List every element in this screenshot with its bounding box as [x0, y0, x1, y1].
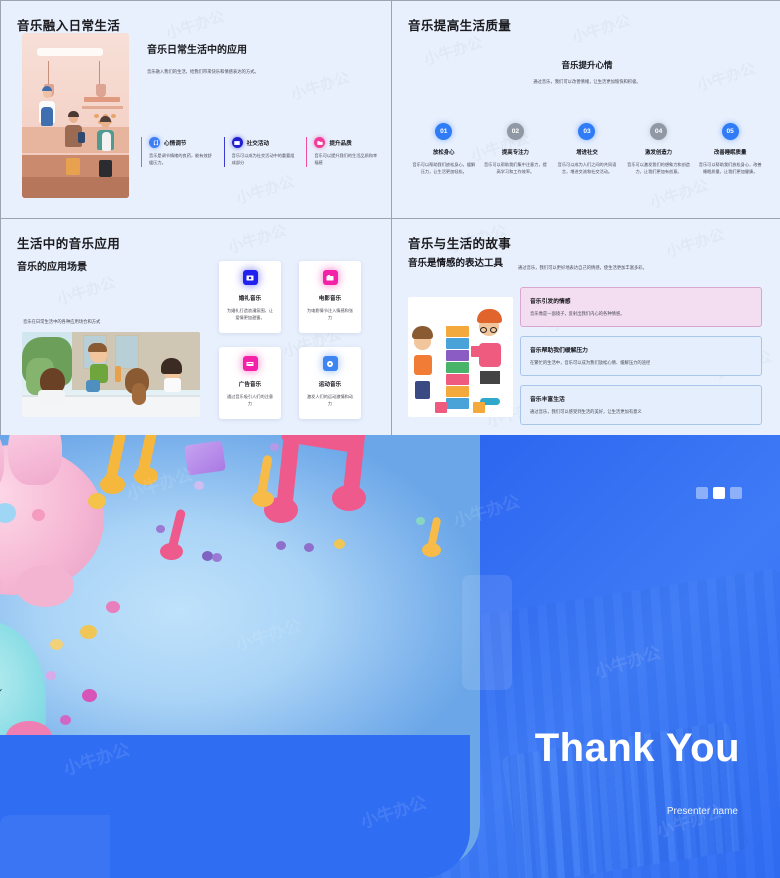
step-title: 提高专注力 [501, 150, 529, 156]
slide-description: 通过音乐，我们可以更好地表达自己的情感，使生活更加丰富多彩。 [518, 265, 647, 270]
speaker-icon [242, 356, 258, 371]
feature-title: 心情调节 [164, 140, 187, 147]
slide-thumbnail-4[interactable]: 小牛办公 小牛办公 小牛办公 小牛办公 小牛办公 音乐与生活的故事 音乐是情感的… [392, 219, 780, 437]
slide-heading: 音乐日常生活中的应用 [147, 45, 247, 56]
step-item[interactable]: 05 改善睡眠质量 音乐可以帮助我们放松身心，改善睡眠质量，让我们更加健康。 [694, 123, 766, 175]
watermark-text: 小牛办公 [648, 177, 711, 213]
children-illustration [22, 332, 200, 417]
step-desc: 音乐可以帮助我们放松身心，缓解压力，让生活更加轻松。 [412, 162, 476, 175]
step-desc: 音乐可以帮助我们放松身心，改善睡眠质量，让我们更加健康。 [698, 162, 762, 175]
step-list: 01 放松身心 音乐可以帮助我们放松身心，缓解压力，让生活更加轻松。 02 提高… [408, 123, 766, 175]
slide-center-block: 音乐提升心情 通过音乐，我们可以改善情绪，让生活更加愉快和积极。 [392, 59, 780, 85]
scenario-card[interactable]: 运动音乐 激发人们的运动激情和动力 [299, 347, 361, 419]
story-item[interactable]: 音乐丰富生活 通过音乐，我们可以感受到生活的美好，让生活更加有意义 [520, 384, 762, 425]
scenario-card-grid: 婚礼音乐 为婚礼打造浪漫氛围，让爱情更加甜蜜。 电影音乐 为电影情节注入情感和张… [219, 261, 361, 419]
music-note-icon [149, 137, 160, 148]
slide-description: 通过音乐，我们可以改善情绪，让生活更加愉快和积极。 [533, 79, 641, 84]
scenario-desc: 为电影情节注入情感和张力 [306, 308, 354, 321]
presenter-name: Presenter name [666, 806, 738, 817]
accent-rect [462, 575, 512, 690]
bakery-illustration [22, 33, 129, 198]
step-item[interactable]: 01 放松身心 音乐可以帮助我们放松身心，缓解压力，让生活更加轻松。 [408, 123, 480, 175]
step-number: 03 [578, 123, 596, 140]
slide-thumbnail-3[interactable]: 小牛办公 小牛办公 小牛办公 小牛办公 生活中的音乐应用 音乐的应用场景 音乐在… [1, 219, 391, 437]
slide-thumbnail-grid: 小牛办公 小牛办公 小牛办公 小牛办公 音乐融入日常生活 [0, 0, 780, 437]
scenario-title: 广告音乐 [238, 382, 262, 388]
kids-blocks-illustration [408, 297, 513, 417]
film-icon [322, 270, 338, 285]
step-desc: 音乐可以激发我们的想象力和创造力，让我们更加有创意。 [627, 162, 690, 175]
watermark-text: 小牛办公 [234, 173, 297, 208]
slide-title: 音乐融入日常生活 [17, 19, 121, 33]
slide-thumbnail-2[interactable]: 小牛办公 小牛办公 小牛办公 小牛办公 小牛办公 音乐提高生活质量 音乐提升心情… [392, 1, 780, 218]
step-title: 改善睡眠质量 [713, 150, 747, 156]
step-number: 01 [435, 123, 453, 140]
step-desc: 音乐可以成为人们之间的共同语言，增进交流和社交活动。 [557, 162, 617, 175]
step-number: 04 [650, 123, 668, 140]
step-title: 增进社交 [576, 150, 598, 156]
scenario-desc: 激发人们的运动激情和动力 [306, 394, 354, 407]
story-list: 音乐引发的情感 音乐像是一面镜子，反射出我们内心的各种情感。 音乐帮助我们缓解压… [520, 287, 762, 425]
slide-title: 生活中的音乐应用 [17, 237, 121, 251]
story-desc: 音乐像是一面镜子，反射出我们内心的各种情感。 [530, 311, 625, 316]
indicator-dot[interactable] [730, 487, 742, 499]
story-title: 音乐引发的情感 [530, 299, 571, 305]
feature-item[interactable]: 心情调节 音乐是调节情绪的良药，能有效舒缓压力。 [141, 137, 216, 167]
envelope-icon [231, 137, 243, 148]
story-desc: 在繁忙的生活中，音乐可以成为我们放松心情、缓解压力的途径 [530, 359, 651, 365]
step-title: 激发创造力 [645, 150, 673, 156]
step-desc: 音乐可以帮助我们集中注意力，提高学习和工作效率。 [483, 162, 547, 175]
feature-desc: 音乐可以成为社交活动中的重要组成部分 [231, 153, 295, 165]
disc-icon [322, 356, 338, 371]
scenario-card[interactable]: 婚礼音乐 为婚礼打造浪漫氛围，让爱情更加甜蜜。 [219, 261, 281, 333]
feature-title: 提升品质 [329, 140, 352, 147]
slide-indicator-dots[interactable] [696, 487, 742, 499]
scenario-title: 运动音乐 [318, 382, 342, 388]
slide-description: 音乐融入我们的生活，给我们带来快乐和情感表达的方式。 [147, 69, 259, 74]
slide-title: 音乐与生活的故事 [408, 237, 512, 251]
block-tower [445, 325, 469, 410]
thank-you-title: Thank You [534, 726, 740, 770]
story-title: 音乐丰富生活 [530, 396, 565, 403]
thank-you-slide[interactable]: 小牛办公 小牛办公 小牛办公 小牛办公 小牛办公 小牛办公 小牛办公 Thank… [0, 435, 780, 878]
indicator-dot[interactable] [696, 487, 708, 499]
story-desc: 通过音乐，我们可以感受到生活的美好，让生活更加有意义 [530, 408, 642, 414]
scenario-title: 婚礼音乐 [238, 296, 262, 302]
feature-desc: 音乐可以提升我们的生活品质和幸福感 [314, 153, 378, 165]
feature-list: 心情调节 音乐是调节情绪的良药，能有效舒缓压力。 社交活动 音乐可以成为社交活动… [141, 137, 381, 167]
feature-title: 社交活动 [246, 140, 270, 147]
scenario-desc: 为婚礼打造浪漫氛围，让爱情更加甜蜜。 [226, 308, 274, 321]
feature-desc: 音乐是调节情绪的良药，能有效舒缓压力。 [149, 153, 212, 165]
feature-item[interactable]: 提升品质 音乐可以提升我们的生活品质和幸福感 [306, 137, 381, 167]
step-number: 05 [721, 123, 739, 140]
step-title: 放松身心 [433, 150, 455, 156]
slide-title: 音乐提高生活质量 [408, 19, 512, 33]
hero-lower-left-accent [0, 815, 110, 878]
slide-description: 音乐在日常生活中的各种应用场合和方式 [23, 319, 101, 324]
slide-heading: 音乐是情感的表达工具 [408, 258, 504, 269]
step-item[interactable]: 04 激发创造力 音乐可以激发我们的想象力和创造力，让我们更加有创意。 [623, 123, 695, 175]
scenario-desc: 通过音乐吸引人们的注意力 [226, 394, 274, 407]
indicator-dot-active[interactable] [713, 487, 725, 499]
scenario-title: 电影音乐 [318, 296, 342, 302]
scenario-card[interactable]: 电影音乐 为电影情节注入情感和张力 [299, 261, 361, 333]
story-item[interactable]: 音乐引发的情感 音乐像是一面镜子，反射出我们内心的各种情感。 [520, 287, 762, 327]
music-box-icon [242, 270, 258, 285]
feature-item[interactable]: 社交活动 音乐可以成为社交活动中的重要组成部分 [223, 137, 299, 167]
step-item[interactable]: 02 提高专注力 音乐可以帮助我们集中注意力，提高学习和工作效率。 [480, 123, 552, 175]
slide-heading: 音乐提升心情 [561, 60, 613, 70]
slide-thumbnail-1[interactable]: 小牛办公 小牛办公 小牛办公 小牛办公 音乐融入日常生活 [1, 1, 391, 218]
presentation-preview: 小牛办公 小牛办公 小牛办公 小牛办公 音乐融入日常生活 [0, 0, 780, 878]
step-item[interactable]: 03 增进社交 音乐可以成为人们之间的共同语言，增进交流和社交活动。 [551, 123, 623, 175]
folder-icon [314, 137, 326, 148]
watermark-text: 小牛办公 [54, 274, 118, 309]
story-title: 音乐帮助我们缓解压力 [530, 347, 588, 354]
story-item[interactable]: 音乐帮助我们缓解压力 在繁忙的生活中，音乐可以成为我们放松心情、缓解压力的途径 [520, 335, 762, 376]
scenario-card[interactable]: 广告音乐 通过音乐吸引人们的注意力 [219, 347, 281, 419]
step-number: 02 [506, 123, 524, 140]
